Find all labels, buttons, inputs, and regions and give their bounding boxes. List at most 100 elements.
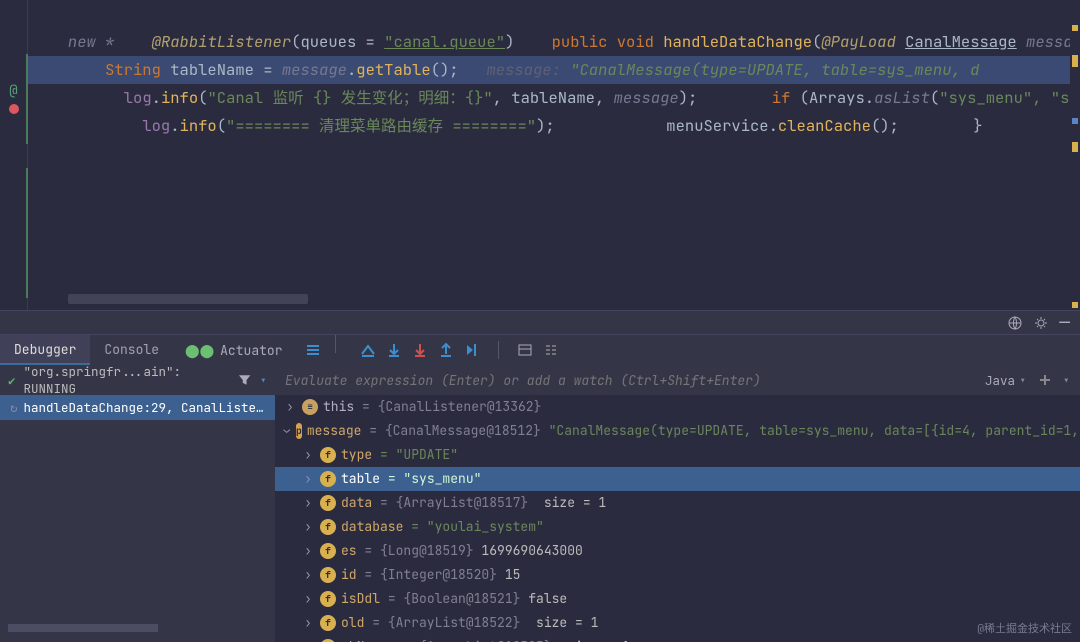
variable-row-selected[interactable]: › f table = "sys_menu" — [275, 467, 1080, 491]
var-value: = "UPDATE" — [372, 445, 458, 465]
language-label[interactable]: Java — [985, 372, 1015, 389]
tab-actuator[interactable]: ⬤⬤ Actuator — [173, 335, 295, 365]
var-name: id — [341, 565, 357, 585]
run-to-cursor-icon[interactable] — [464, 342, 480, 358]
var-value: = "youlai_system" — [403, 517, 543, 537]
annotation: @PayLoad — [821, 31, 895, 52]
field-badge-icon: f — [320, 543, 336, 559]
keyword: void — [617, 31, 654, 52]
var-value: false — [528, 589, 567, 609]
evaluate-expression-input[interactable] — [275, 372, 985, 389]
keyword: String — [105, 59, 161, 80]
expand-icon[interactable]: › — [301, 613, 315, 633]
tab-console[interactable]: Console — [90, 335, 173, 365]
stack-frame[interactable]: ↻ handleDataChange:29, CanalListener (co — [0, 395, 275, 420]
chevron-down-icon[interactable]: ▾ — [1062, 372, 1070, 389]
expand-icon[interactable]: › — [301, 541, 315, 561]
method-call: cleanCache — [778, 115, 871, 136]
var-name: es — [341, 541, 357, 561]
code-editor[interactable]: new * @RabbitListener(queues = "canal.qu… — [28, 0, 1080, 310]
var: menuService — [666, 115, 768, 136]
globe-icon[interactable] — [1007, 315, 1023, 331]
method-name: handleDataChange — [663, 31, 812, 52]
field-badge-icon: f — [320, 447, 336, 463]
variable-row[interactable]: › f database = "youlai_system" — [275, 515, 1080, 539]
tab-label: Actuator — [220, 342, 282, 359]
chevron-down-icon[interactable]: ▾ — [1019, 372, 1027, 389]
var-value: = {Integer@18520} — [357, 565, 505, 585]
spring-bean-icon[interactable]: @ — [8, 85, 20, 97]
string: "canal.queue" — [384, 31, 505, 52]
horizontal-scrollbar[interactable] — [68, 294, 308, 304]
tab-debugger[interactable]: Debugger — [0, 335, 90, 365]
var-name: old — [341, 613, 364, 633]
expand-icon[interactable]: › — [301, 589, 315, 609]
var: tableName — [170, 59, 254, 80]
text: new * — [68, 31, 115, 52]
var-value: = {Boolean@18521} — [380, 589, 528, 609]
var-value: size = 1 — [536, 493, 606, 513]
check-icon: ✔ — [8, 372, 16, 389]
expand-icon[interactable]: › — [301, 565, 315, 585]
expand-icon[interactable]: › — [301, 517, 315, 537]
step-out-icon[interactable] — [438, 342, 454, 358]
actuator-icon: ⬤⬤ — [185, 342, 214, 359]
var: message — [614, 87, 679, 108]
var-name: this — [323, 397, 354, 417]
add-watch-icon[interactable] — [1038, 373, 1052, 387]
editor-overview-ruler[interactable] — [1070, 0, 1080, 310]
method-call: getTable — [356, 59, 430, 80]
show-execution-icon[interactable] — [360, 342, 376, 358]
filter-icon[interactable] — [238, 373, 251, 387]
var-name: database — [341, 517, 403, 537]
keyword: if — [772, 87, 791, 108]
expand-icon[interactable]: › — [301, 469, 315, 489]
evaluate-icon[interactable] — [517, 342, 533, 358]
collapse-icon[interactable]: › — [277, 427, 297, 435]
minimize-icon[interactable]: — — [1059, 318, 1070, 328]
field-badge-icon: f — [320, 591, 336, 607]
var-value: size = 1 — [559, 637, 629, 642]
expand-icon[interactable]: › — [301, 493, 315, 513]
variable-row[interactable]: › f type = "UPDATE" — [275, 443, 1080, 467]
chevron-down-icon[interactable]: ▾ — [259, 372, 267, 389]
process-label[interactable]: "org.springfr...ain": RUNNING — [24, 363, 231, 397]
gear-icon[interactable] — [1033, 315, 1049, 331]
var-name: message — [307, 421, 362, 441]
var-value: = {ArrayList@18523} — [396, 637, 560, 642]
trace-icon[interactable] — [543, 342, 559, 358]
method-call: asList — [874, 87, 930, 108]
variable-row[interactable]: › f isDdl = {Boolean@18521} false — [275, 587, 1080, 611]
var-name: data — [341, 493, 372, 513]
variable-row[interactable]: › f id = {Integer@18520} 15 — [275, 563, 1080, 587]
expand-icon[interactable]: › — [283, 397, 297, 417]
var-value: = {CanalListener@13362} — [354, 397, 541, 417]
var-value: size = 1 — [528, 613, 598, 633]
variable-row[interactable]: › f es = {Long@18519} 1699690643000 — [275, 539, 1080, 563]
variable-row[interactable]: › f data = {ArrayList@18517} size = 1 — [275, 491, 1080, 515]
step-over-icon[interactable] — [386, 342, 402, 358]
variable-row[interactable]: › p message = {CanalMessage@18512} "Cana… — [275, 419, 1080, 443]
variable-row[interactable]: › ≡ this = {CanalListener@13362} — [275, 395, 1080, 419]
method-call: info — [180, 115, 217, 136]
expand-icon[interactable]: › — [301, 445, 315, 465]
var-value: 1699690643000 — [481, 541, 582, 561]
var-value: 15 — [505, 565, 521, 585]
threads-icon[interactable] — [305, 342, 321, 358]
variable-row[interactable]: › f pkNames = {ArrayList@18523} size = 1 — [275, 635, 1080, 642]
horizontal-scrollbar[interactable] — [8, 624, 158, 632]
var: message — [282, 59, 347, 80]
var-name: pkNames — [341, 637, 396, 642]
field-badge-icon: f — [320, 567, 336, 583]
breakpoint-icon[interactable] — [8, 102, 20, 114]
variable-row[interactable]: › f old = {ArrayList@18522} size = 1 — [275, 611, 1080, 635]
type: Arrays — [809, 87, 865, 108]
field: log — [142, 115, 170, 136]
var-name: table — [341, 469, 380, 489]
step-into-icon[interactable] — [412, 342, 428, 358]
variables-panel: › ≡ this = {CanalListener@13362} › p mes… — [275, 395, 1080, 642]
debug-status-row: ✔ "org.springfr...ain": RUNNING ▾ Java ▾… — [0, 365, 1080, 395]
frames-panel: ↻ handleDataChange:29, CanalListener (co — [0, 395, 275, 642]
watermark: @稀土掘金技术社区 — [977, 620, 1072, 636]
expand-icon[interactable]: › — [301, 637, 315, 642]
